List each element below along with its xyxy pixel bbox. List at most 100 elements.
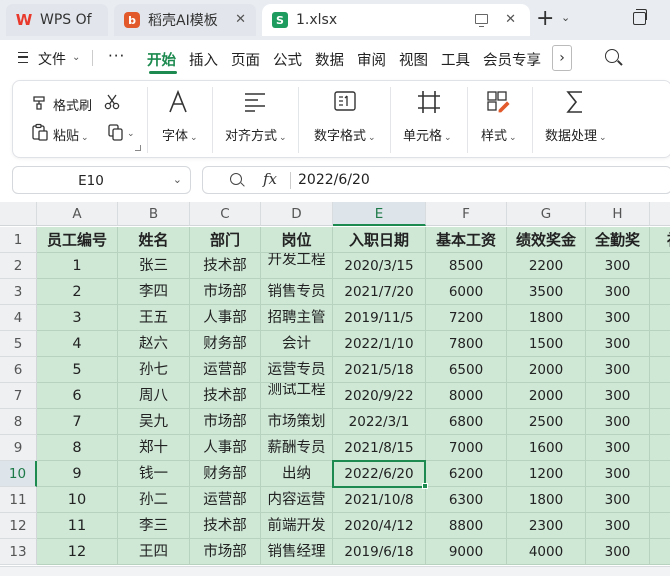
menu-scroll-right-button[interactable]: › <box>552 45 572 71</box>
menu-tab-data[interactable]: 数据 <box>315 49 344 70</box>
table-cell[interactable]: 测试工程 <box>261 383 333 409</box>
column-header-f[interactable]: F <box>426 202 507 226</box>
chevron-down-icon[interactable]: ⌄ <box>72 52 80 63</box>
restore-window-icon[interactable] <box>633 9 647 25</box>
table-cell[interactable]: 6 <box>37 383 118 409</box>
font-button[interactable]: 字体 ⌄ <box>162 125 198 144</box>
copy-icon[interactable] <box>107 123 125 141</box>
table-cell[interactable]: 市场部 <box>190 409 261 435</box>
table-cell[interactable]: 孙二 <box>118 487 190 513</box>
table-cell[interactable]: 前端开发 <box>261 513 333 539</box>
table-cell[interactable]: 2022/1/10 <box>333 331 426 357</box>
table-cell[interactable]: 7 <box>37 409 118 435</box>
row-header-10[interactable]: 10 <box>0 461 37 487</box>
column-header-b[interactable]: B <box>118 202 190 226</box>
table-cell[interactable]: 销售专员 <box>261 279 333 305</box>
table-cell[interactable]: 300 <box>586 331 650 357</box>
table-cell[interactable]: 1600 <box>507 435 586 461</box>
table-cell[interactable]: 300 <box>586 487 650 513</box>
row-header-9[interactable]: 9 <box>0 435 37 461</box>
column-title-cell[interactable]: 入职日期 <box>333 227 426 253</box>
column-header-h[interactable]: H <box>586 202 650 226</box>
table-cell[interactable]: 市场策划 <box>261 409 333 435</box>
table-cell[interactable]: 1 <box>37 253 118 279</box>
table-cell[interactable]: 8500 <box>426 253 507 279</box>
column-header-g[interactable]: G <box>507 202 586 226</box>
table-cell[interactable]: 9000 <box>426 539 507 565</box>
row-header-11[interactable]: 11 <box>0 487 37 513</box>
table-cell[interactable]: 2019/11/5 <box>333 305 426 331</box>
hamburger-menu-icon[interactable] <box>18 52 28 63</box>
table-cell[interactable]: 8 <box>37 435 118 461</box>
column-header-a[interactable]: A <box>37 202 118 226</box>
table-cell[interactable]: 李四 <box>118 279 190 305</box>
formula-input[interactable]: 2022/6/20 <box>298 172 370 188</box>
menu-tab-page[interactable]: 页面 <box>231 49 260 70</box>
table-cell[interactable] <box>650 305 670 331</box>
table-cell[interactable]: 内容运营 <box>261 487 333 513</box>
table-cell[interactable] <box>650 487 670 513</box>
table-cell[interactable]: 1800 <box>507 305 586 331</box>
table-cell[interactable]: 300 <box>586 383 650 409</box>
table-cell[interactable]: 技术部 <box>190 513 261 539</box>
table-cell[interactable]: 会计 <box>261 331 333 357</box>
row-header-3[interactable]: 3 <box>0 279 37 305</box>
row-header-4[interactable]: 4 <box>0 305 37 331</box>
fill-handle[interactable] <box>422 483 428 489</box>
table-cell[interactable]: 7000 <box>426 435 507 461</box>
chevron-down-icon[interactable]: ⌄ <box>173 173 182 186</box>
table-cell[interactable]: 2500 <box>507 409 586 435</box>
table-cell[interactable]: 7800 <box>426 331 507 357</box>
table-cell[interactable]: 2300 <box>507 513 586 539</box>
zoom-search-icon[interactable] <box>230 173 242 185</box>
table-cell[interactable]: 招聘主管 <box>261 305 333 331</box>
column-title-cell[interactable]: 绩效奖金 <box>507 227 586 253</box>
search-icon[interactable] <box>605 49 619 63</box>
chevron-down-icon[interactable]: ⌄ <box>561 11 570 24</box>
row-header-13[interactable]: 13 <box>0 539 37 565</box>
menu-tab-home[interactable]: 开始 <box>147 49 176 70</box>
format-painter-button[interactable]: 格式刷 <box>53 95 92 114</box>
table-cell[interactable]: 2020/9/22 <box>333 383 426 409</box>
column-title-cell[interactable]: 部门 <box>190 227 261 253</box>
table-cell[interactable]: 1800 <box>507 487 586 513</box>
table-cell[interactable]: 2 <box>37 279 118 305</box>
column-title-cell[interactable]: 基本工资 <box>426 227 507 253</box>
column-title-cell[interactable]: 全勤奖 <box>586 227 650 253</box>
table-cell[interactable] <box>650 253 670 279</box>
more-menu-button[interactable]: ··· <box>108 47 125 65</box>
table-cell[interactable]: 财务部 <box>190 331 261 357</box>
name-box[interactable]: E10 ⌄ <box>12 166 191 194</box>
table-cell[interactable]: 王四 <box>118 539 190 565</box>
table-cell[interactable]: 2020/3/15 <box>333 253 426 279</box>
table-cell[interactable]: 2000 <box>507 383 586 409</box>
data-processing-button[interactable]: 数据处理 ⌄ <box>545 125 607 144</box>
menu-tab-view[interactable]: 视图 <box>399 49 428 70</box>
table-cell[interactable]: 1200 <box>507 461 586 487</box>
table-cell[interactable]: 技术部 <box>190 383 261 409</box>
new-tab-plus-icon[interactable]: + <box>536 8 554 30</box>
close-icon[interactable]: ✕ <box>235 12 246 27</box>
table-cell[interactable] <box>650 331 670 357</box>
table-cell[interactable]: 出纳 <box>261 461 333 487</box>
table-cell[interactable]: 8000 <box>426 383 507 409</box>
table-cell[interactable]: 2021/10/8 <box>333 487 426 513</box>
table-cell[interactable]: 王五 <box>118 305 190 331</box>
table-cell[interactable]: 吴九 <box>118 409 190 435</box>
table-cell[interactable]: 运营部 <box>190 357 261 383</box>
spreadsheet-grid[interactable]: ABCDEFGH1员工编号姓名部门岗位入职日期基本工资绩效奖金全勤奖社21张三技… <box>0 202 670 576</box>
table-cell[interactable] <box>650 383 670 409</box>
number-format-button[interactable]: 数字格式 ⌄ <box>314 125 376 144</box>
table-cell[interactable] <box>650 513 670 539</box>
cells-button[interactable]: 单元格 ⌄ <box>403 125 452 144</box>
column-title-cell[interactable]: 姓名 <box>118 227 190 253</box>
table-cell[interactable]: 6200 <box>426 461 507 487</box>
cut-icon[interactable] <box>103 93 121 111</box>
tab-wps-office[interactable]: W WPS Of <box>6 4 108 36</box>
table-cell[interactable]: 6800 <box>426 409 507 435</box>
table-cell[interactable] <box>650 461 670 487</box>
table-cell[interactable]: 300 <box>586 409 650 435</box>
table-cell[interactable]: 300 <box>586 435 650 461</box>
column-header-c[interactable]: C <box>190 202 261 226</box>
table-cell[interactable]: 4 <box>37 331 118 357</box>
